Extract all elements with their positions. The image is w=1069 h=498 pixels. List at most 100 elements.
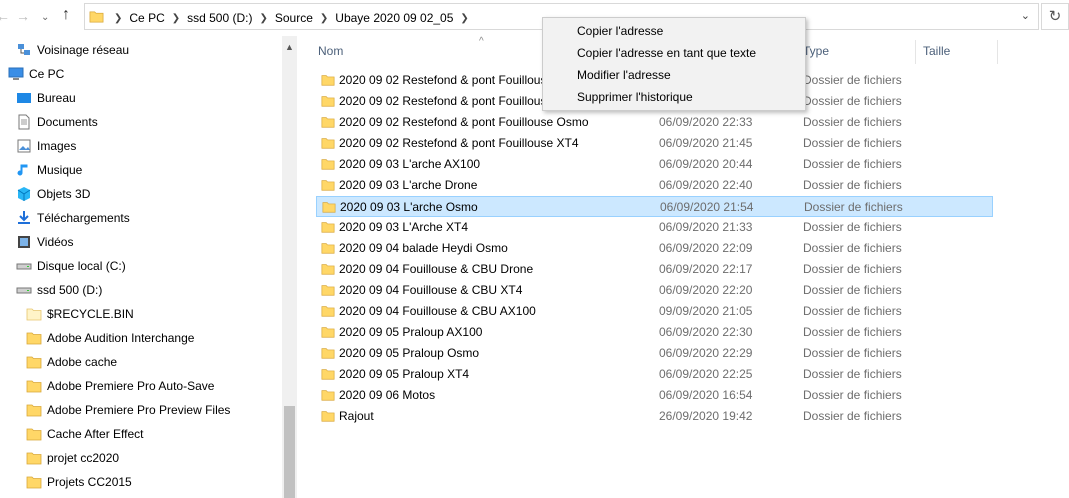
sidebar-item[interactable]: Objets 3D	[16, 182, 90, 206]
column-header-type[interactable]: Type	[803, 44, 829, 58]
file-date: 06/09/2020 22:40	[659, 178, 753, 192]
file-name: 2020 09 02 Restefond & pont Fouillous	[339, 94, 547, 108]
file-row[interactable]: 2020 09 04 Fouillouse & CBU AX100 09/09/2…	[316, 301, 993, 322]
desktop-icon	[16, 90, 32, 106]
file-row[interactable]: 2020 09 06 Motos 06/09/2020 16:54 Dossier …	[316, 385, 993, 406]
delete-history-item[interactable]: Supprimer l'historique	[577, 90, 693, 104]
edit-address-item[interactable]: Modifier l'adresse	[577, 68, 671, 82]
folder-icon	[321, 346, 335, 360]
sidebar-item-label: Projets CC2015	[47, 475, 132, 489]
file-row[interactable]: 2020 09 04 Fouillouse & CBU XT4 06/09/202…	[316, 280, 993, 301]
file-type: Dossier de fichiers	[803, 73, 902, 87]
file-row[interactable]: 2020 09 02 Restefond & pont Fouillouse O…	[316, 112, 993, 133]
file-type: Dossier de fichiers	[803, 157, 902, 171]
sidebar-item[interactable]: Vidéos	[16, 230, 73, 254]
file-type: Dossier de fichiers	[803, 346, 902, 360]
folder-icon	[321, 367, 335, 381]
copy-address-item[interactable]: Copier l'adresse	[577, 24, 663, 38]
folder-icon	[89, 11, 104, 23]
file-type: Dossier de fichiers	[803, 178, 902, 192]
column-header-size[interactable]: Taille	[923, 44, 950, 58]
file-row[interactable]: 2020 09 03 L'arche AX100 06/09/2020 20:44…	[316, 154, 993, 175]
copy-address-as-text-item[interactable]: Copier l'adresse en tant que texte	[577, 46, 756, 60]
file-type: Dossier de fichiers	[803, 325, 902, 339]
file-date: 26/09/2020 19:42	[659, 409, 753, 423]
sidebar-item[interactable]: Musique	[16, 158, 82, 182]
forward-arrow-icon[interactable]: →	[16, 8, 30, 24]
folder-icon	[321, 409, 335, 423]
column-divider[interactable]	[915, 40, 916, 64]
sidebar-item[interactable]: Documents	[16, 110, 98, 134]
folder-icon	[322, 200, 336, 214]
column-header-name[interactable]: Nom	[318, 44, 343, 58]
scrollbar-thumb[interactable]	[284, 406, 295, 498]
sidebar-item[interactable]: Ce PC	[8, 62, 64, 86]
file-type: Dossier de fichiers	[803, 367, 902, 381]
breadcrumb-item[interactable]: ssd 500 (D:)	[187, 11, 252, 25]
recent-locations-chevron-icon[interactable]: ⌄	[41, 12, 49, 23]
sidebar-item[interactable]: Bureau	[16, 86, 76, 110]
folder-icon	[321, 136, 335, 150]
sidebar-item[interactable]: Voisinage réseau	[16, 38, 129, 62]
network-icon	[16, 42, 32, 58]
file-date: 06/09/2020 22:17	[659, 262, 753, 276]
sidebar-item[interactable]: Adobe cache	[26, 350, 117, 374]
file-row[interactable]: 2020 09 04 balade Heydi Osmo 06/09/2020 2…	[316, 238, 993, 259]
folder-icon	[26, 330, 42, 346]
breadcrumb-item[interactable]: Ce PC	[129, 11, 164, 25]
file-row[interactable]: 2020 09 05 Praloup AX100 06/09/2020 22:30…	[316, 322, 993, 343]
chevron-right-icon[interactable]: ❯	[259, 13, 267, 24]
sidebar-item[interactable]: Adobe Audition Interchange	[26, 326, 194, 350]
sidebar-item[interactable]: Adobe Premiere Pro Preview Files	[26, 398, 230, 422]
sidebar-item-label: projet cc2020	[47, 451, 120, 465]
column-divider[interactable]	[997, 40, 998, 64]
file-row[interactable]: 2020 09 03 L'arche Osmo 06/09/2020 21:54 D…	[316, 196, 993, 217]
sidebar-item[interactable]: $RECYCLE.BIN	[26, 302, 134, 326]
recycle-folder-icon	[26, 306, 42, 322]
folder-icon	[321, 157, 335, 171]
folder-icon	[26, 402, 42, 418]
file-row[interactable]: 2020 09 05 Praloup Osmo 06/09/2020 22:29 D…	[316, 343, 993, 364]
sidebar-item[interactable]: Adobe Premiere Pro Auto-Save	[26, 374, 214, 398]
chevron-right-icon[interactable]: ❯	[172, 13, 180, 24]
chevron-right-icon[interactable]: ❯	[114, 13, 122, 24]
file-type: Dossier de fichiers	[803, 136, 902, 150]
breadcrumb-item[interactable]: Source	[275, 11, 313, 25]
sidebar-item[interactable]: Disque local (C:)	[16, 254, 126, 278]
file-date: 06/09/2020 22:30	[659, 325, 753, 339]
file-row[interactable]: 2020 09 05 Praloup XT4 06/09/2020 22:25 Do…	[316, 364, 993, 385]
breadcrumb-item[interactable]: Ubaye 2020 09 02_05	[335, 11, 453, 25]
sidebar-item-label: Objets 3D	[37, 187, 91, 201]
file-row[interactable]: 2020 09 03 L'arche Drone 06/09/2020 22:40…	[316, 175, 993, 196]
file-type: Dossier de fichiers	[803, 115, 902, 129]
folder-icon	[321, 388, 335, 402]
file-row[interactable]: 2020 09 03 L'Arche XT4 06/09/2020 21:33 Do…	[316, 217, 993, 238]
sidebar-item[interactable]: Téléchargements	[16, 206, 130, 230]
chevron-down-icon[interactable]: ⌄	[1021, 9, 1030, 22]
scroll-up-icon[interactable]: ▲	[285, 42, 294, 52]
back-arrow-icon[interactable]: ←	[0, 8, 10, 24]
refresh-button[interactable]: ↻	[1041, 3, 1069, 30]
file-row[interactable]: 2020 09 04 Fouillouse & CBU Drone 06/09/2…	[316, 259, 993, 280]
up-arrow-icon[interactable]: ↑	[62, 6, 70, 24]
file-name: 2020 09 04 balade Heydi Osmo	[339, 241, 508, 255]
file-date: 06/09/2020 21:45	[659, 136, 753, 150]
chevron-right-icon[interactable]: ❯	[460, 13, 468, 24]
folder-icon	[26, 474, 42, 490]
documents-icon	[16, 114, 32, 130]
chevron-right-icon[interactable]: ❯	[320, 13, 328, 24]
sidebar-scrollbar[interactable]: ▲	[282, 36, 297, 498]
sidebar-item[interactable]: Images	[16, 134, 76, 158]
sidebar-item[interactable]: ssd 500 (D:)	[16, 278, 102, 302]
sidebar-item[interactable]: Cache After Effect	[26, 422, 144, 446]
objects-3d-icon	[16, 186, 32, 202]
folder-icon	[321, 283, 335, 297]
address-toolbar: ← → ⌄ ↑ ❯ Ce PC ❯ ssd 500 (D:) ❯ Source …	[0, 0, 1069, 34]
sidebar-item-label: Cache After Effect	[47, 427, 144, 441]
file-row[interactable]: Rajout 26/09/2020 19:42 Dossier de fichier…	[316, 406, 993, 427]
computer-icon	[8, 66, 24, 82]
sidebar-item-label: Ce PC	[29, 67, 65, 81]
sidebar-item[interactable]: Projets CC2015	[26, 470, 132, 494]
file-row[interactable]: 2020 09 02 Restefond & pont Fouillouse X…	[316, 133, 993, 154]
sidebar-item[interactable]: projet cc2020	[26, 446, 119, 470]
